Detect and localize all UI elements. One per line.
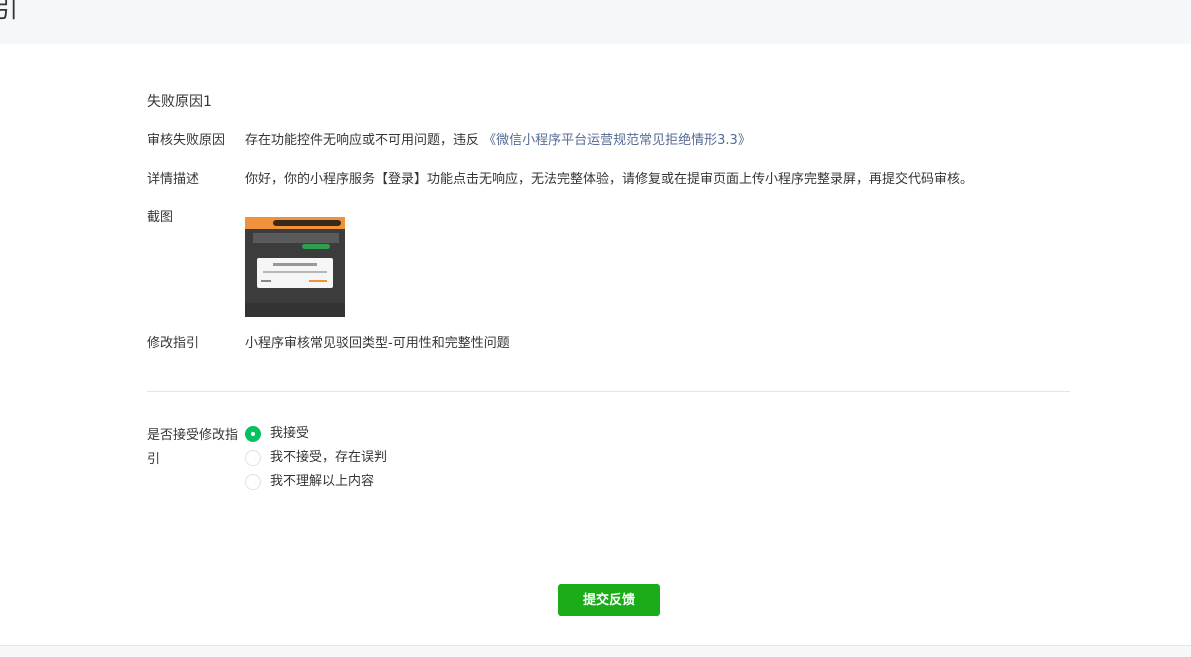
accept-label: 是否接受修改指引 [147,428,239,467]
reason-link[interactable]: 《微信小程序平台运营规范常见拒绝情形3.3》 [483,133,751,148]
thumbnail-pill [273,220,341,226]
radio-unchecked-icon[interactable] [245,474,261,490]
reason-label: 审核失败原因 [147,133,226,148]
thumbnail-green-button [302,244,330,249]
screenshot-thumbnail[interactable] [245,217,345,317]
detail-label: 详情描述 [147,172,200,187]
footer-bar [0,645,1191,657]
radio-unchecked-icon[interactable] [245,450,261,466]
divider [147,391,1070,392]
reason-text: 存在功能控件无响应或不可用问题，违反 [245,133,480,148]
thumbnail-dialog-line [263,271,327,273]
page-title: 引 [0,0,18,23]
guide-label: 修改指引 [147,336,200,351]
radio-option-label: 我接受 [270,426,310,441]
thumbnail-dialog-line [273,263,317,266]
reason-value: 存在功能控件无响应或不可用问题，违反 《微信小程序平台运营规范常见拒绝情形3.3… [245,131,751,151]
top-bar: 引 [0,0,1191,44]
radio-option-label: 我不理解以上内容 [270,474,375,489]
thumbnail-footer [245,303,345,317]
thumbnail-dialog-line [261,280,271,282]
guide-link[interactable]: 小程序审核常见驳回类型-可用性和完整性问题 [245,334,510,354]
radio-option-label: 我不接受，存在误判 [270,450,388,465]
screenshot-label: 截图 [147,210,174,225]
section-title: 失败原因1 [147,94,212,110]
detail-text: 你好，你的小程序服务【登录】功能点击无响应，无法完整体验，请修复或在提审页面上传… [245,172,974,187]
radio-checked-icon[interactable] [245,426,261,442]
thumbnail-dialog [257,258,333,288]
thumbnail-dialog-line [309,280,327,282]
submit-feedback-button[interactable]: 提交反馈 [558,584,660,616]
thumbnail-grid [253,233,339,243]
